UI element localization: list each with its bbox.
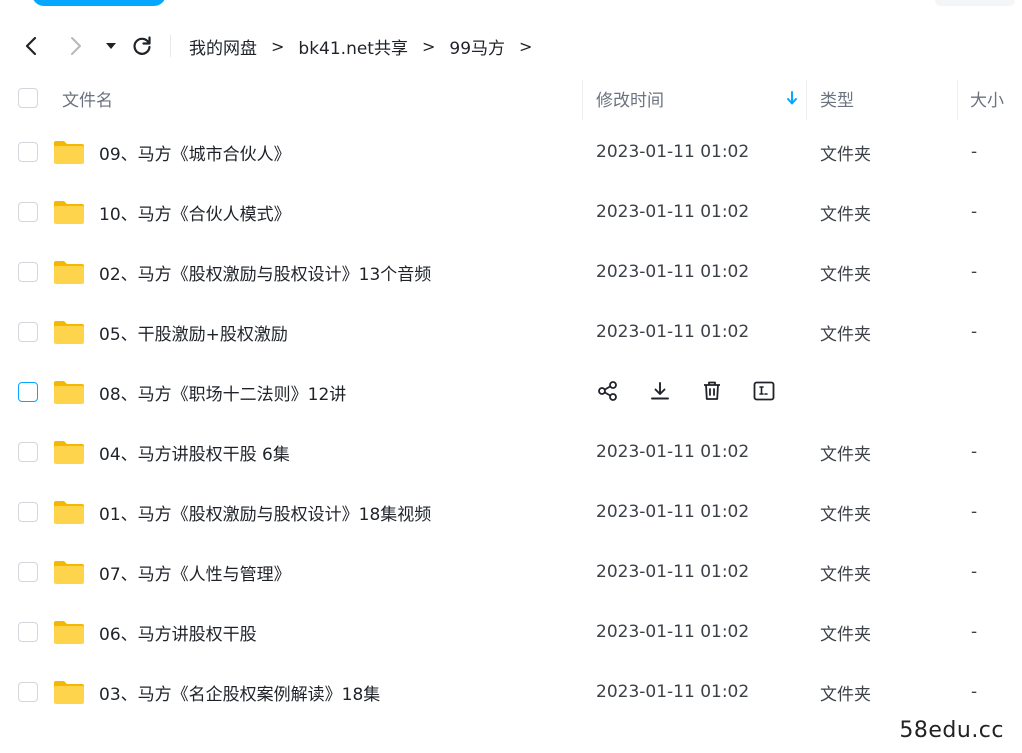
table-row[interactable]: 04、马方讲股权干股 6集 2023-01-11 01:02 文件夹 - xyxy=(0,422,1022,482)
modified-time: 2023-01-11 01:02 xyxy=(596,262,750,282)
file-type: 文件夹 xyxy=(820,564,871,585)
breadcrumb-item-share[interactable]: bk41.net共享 xyxy=(298,34,408,59)
share-icon[interactable] xyxy=(596,379,620,403)
breadcrumb-separator: > xyxy=(519,36,533,56)
file-size: - xyxy=(971,622,978,642)
file-name[interactable]: 02、马方《股权激励与股权设计》13个音频 xyxy=(99,242,431,302)
folder-icon[interactable] xyxy=(53,679,85,705)
folder-icon[interactable] xyxy=(53,199,85,225)
file-name[interactable]: 06、马方讲股权干股 xyxy=(99,602,257,662)
folder-icon[interactable] xyxy=(53,499,85,525)
modified-time: 2023-01-11 01:02 xyxy=(596,322,750,342)
toolbar-edge xyxy=(935,0,1015,6)
file-size: - xyxy=(971,202,978,222)
file-name[interactable]: 07、马方《人性与管理》 xyxy=(99,542,291,602)
row-checkbox[interactable] xyxy=(18,322,38,342)
file-size: - xyxy=(971,142,978,162)
modified-time: 2023-01-11 01:02 xyxy=(596,202,750,222)
file-type: 文件夹 xyxy=(820,144,871,165)
modified-time: 2023-01-11 01:02 xyxy=(596,502,750,522)
column-divider[interactable] xyxy=(806,80,807,120)
arrow-down-icon[interactable] xyxy=(784,76,800,120)
row-checkbox[interactable] xyxy=(18,682,38,702)
column-header-time[interactable]: 修改时间 xyxy=(596,76,664,120)
upload-button-edge[interactable] xyxy=(32,0,166,6)
delete-icon[interactable] xyxy=(700,379,724,403)
breadcrumb-item-current[interactable]: 99马方 xyxy=(449,34,505,59)
row-checkbox[interactable] xyxy=(18,502,38,522)
file-type: 文件夹 xyxy=(820,264,871,285)
file-type: 文件夹 xyxy=(820,624,871,645)
file-size: - xyxy=(971,262,978,282)
refresh-icon[interactable] xyxy=(128,31,156,61)
navigation-bar: 我的网盘 > bk41.net共享 > 99马方 > xyxy=(0,24,1022,68)
breadcrumb-separator: > xyxy=(421,36,436,56)
file-name[interactable]: 08、马方《职场十二法则》12讲 xyxy=(99,362,346,422)
column-header-size[interactable]: 大小 xyxy=(970,76,1004,120)
forward-icon[interactable] xyxy=(63,31,89,61)
row-checkbox[interactable] xyxy=(18,382,38,402)
history-dropdown-icon[interactable] xyxy=(101,31,121,61)
file-size: - xyxy=(971,502,978,522)
folder-icon[interactable] xyxy=(53,319,85,345)
breadcrumb-separator: > xyxy=(271,36,285,56)
table-row[interactable]: 10、马方《合伙人模式》 2023-01-11 01:02 文件夹 - xyxy=(0,182,1022,242)
folder-icon[interactable] xyxy=(53,559,85,585)
folder-icon[interactable] xyxy=(53,379,85,405)
file-size: - xyxy=(971,322,978,342)
file-name[interactable]: 05、干股激励+股权激励 xyxy=(99,302,288,362)
file-name[interactable]: 04、马方讲股权干股 6集 xyxy=(99,422,290,482)
folder-icon[interactable] xyxy=(53,139,85,165)
file-type: 文件夹 xyxy=(820,324,871,345)
row-actions xyxy=(596,379,776,405)
row-checkbox[interactable] xyxy=(18,562,38,582)
column-divider[interactable] xyxy=(957,80,958,120)
file-name[interactable]: 01、马方《股权激励与股权设计》18集视频 xyxy=(99,482,431,542)
folder-icon[interactable] xyxy=(53,619,85,645)
table-row[interactable]: 06、马方讲股权干股 2023-01-11 01:02 文件夹 - xyxy=(0,602,1022,662)
folder-icon[interactable] xyxy=(53,259,85,285)
breadcrumb-item-root[interactable]: 我的网盘 xyxy=(189,34,257,59)
file-size: - xyxy=(971,442,978,462)
table-row[interactable]: 02、马方《股权激励与股权设计》13个音频 2023-01-11 01:02 文件夹… xyxy=(0,242,1022,302)
table-row[interactable]: 09、马方《城市合伙人》 2023-01-11 01:02 文件夹 - xyxy=(0,122,1022,182)
folder-icon[interactable] xyxy=(53,439,85,465)
column-header-type[interactable]: 类型 xyxy=(820,76,854,120)
file-type: 文件夹 xyxy=(820,504,871,525)
column-header-name[interactable]: 文件名 xyxy=(62,76,113,120)
file-type: 文件夹 xyxy=(820,204,871,225)
table-row[interactable]: 01、马方《股权激励与股权设计》18集视频 2023-01-11 01:02 文件夹… xyxy=(0,482,1022,542)
file-type: 文件夹 xyxy=(820,684,871,705)
row-checkbox[interactable] xyxy=(18,442,38,462)
file-list: 09、马方《城市合伙人》 2023-01-11 01:02 文件夹 -10、马方《合伙… xyxy=(0,122,1022,722)
row-checkbox[interactable] xyxy=(18,622,38,642)
row-checkbox[interactable] xyxy=(18,262,38,282)
select-all-checkbox[interactable] xyxy=(18,88,38,108)
file-type: 文件夹 xyxy=(820,444,871,465)
file-name[interactable]: 09、马方《城市合伙人》 xyxy=(99,122,291,182)
file-name[interactable]: 03、马方《名企股权案例解读》18集 xyxy=(99,662,380,722)
modified-time: 2023-01-11 01:02 xyxy=(596,682,750,702)
rename-icon[interactable] xyxy=(752,379,776,403)
nav-divider xyxy=(170,35,171,57)
table-row[interactable]: 03、马方《名企股权案例解读》18集 2023-01-11 01:02 文件夹 - xyxy=(0,662,1022,722)
back-icon[interactable] xyxy=(18,31,44,61)
download-icon[interactable] xyxy=(648,379,672,403)
file-size: - xyxy=(971,682,978,702)
watermark: 58edu.cc xyxy=(895,716,1008,745)
modified-time: 2023-01-11 01:02 xyxy=(596,442,750,462)
modified-time: 2023-01-11 01:02 xyxy=(596,142,750,162)
file-name[interactable]: 10、马方《合伙人模式》 xyxy=(99,182,291,242)
breadcrumb: 我的网盘 > bk41.net共享 > 99马方 > xyxy=(189,24,546,68)
file-list-header: 文件名 修改时间 类型 大小 xyxy=(0,76,1022,120)
row-checkbox[interactable] xyxy=(18,142,38,162)
table-row[interactable]: 07、马方《人性与管理》 2023-01-11 01:02 文件夹 - xyxy=(0,542,1022,602)
row-checkbox[interactable] xyxy=(18,202,38,222)
modified-time: 2023-01-11 01:02 xyxy=(596,562,750,582)
file-size: - xyxy=(971,562,978,582)
table-row[interactable]: 05、干股激励+股权激励 2023-01-11 01:02 文件夹 - xyxy=(0,302,1022,362)
column-divider[interactable] xyxy=(582,80,583,120)
modified-time: 2023-01-11 01:02 xyxy=(596,622,750,642)
table-row[interactable]: 08、马方《职场十二法则》12讲 xyxy=(0,362,1022,422)
